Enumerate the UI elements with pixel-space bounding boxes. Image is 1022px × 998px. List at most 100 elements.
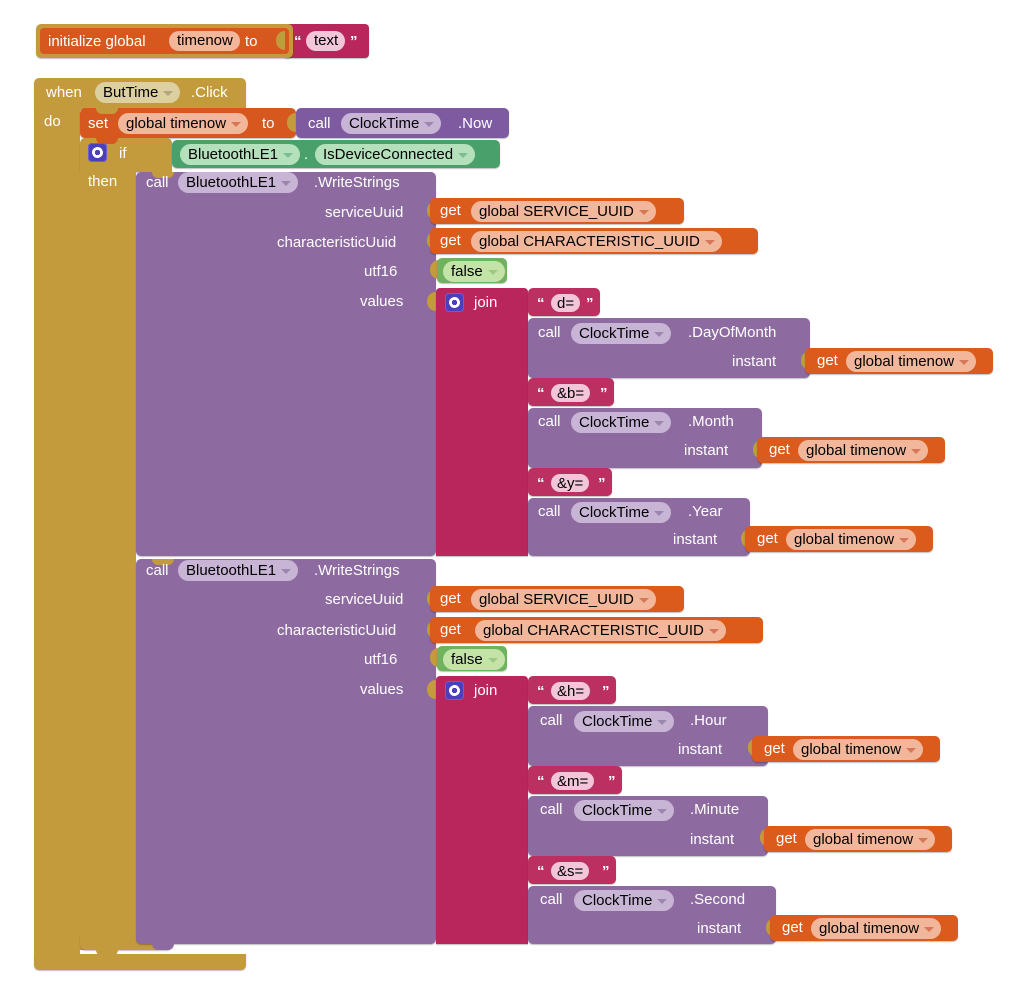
chevron-down-icon[interactable] bbox=[704, 239, 715, 245]
get-label-timenow-1: get bbox=[817, 352, 838, 369]
open-quote-h: “ bbox=[537, 683, 545, 700]
ws2-component-field[interactable]: BluetoothLE1 bbox=[178, 560, 299, 581]
initialize-global-label: initialize global bbox=[48, 33, 146, 50]
condition-component-field[interactable]: BluetoothLE1 bbox=[180, 144, 301, 165]
hour-component-field[interactable]: ClockTime bbox=[574, 711, 675, 732]
condition-property-field[interactable]: IsDeviceConnected bbox=[315, 144, 476, 165]
chevron-down-icon[interactable] bbox=[657, 808, 668, 814]
event-component-field[interactable]: ButTime bbox=[95, 82, 181, 103]
open-quote-s: “ bbox=[537, 863, 545, 880]
chevron-down-icon[interactable] bbox=[899, 537, 910, 543]
hour-call-label: call bbox=[540, 712, 563, 729]
chevron-down-icon[interactable] bbox=[638, 597, 649, 603]
month-method-label: .Month bbox=[688, 413, 734, 430]
chevron-down-icon[interactable] bbox=[424, 121, 435, 127]
get-timenow-field-4[interactable]: global timenow bbox=[793, 739, 924, 760]
minute-component-field[interactable]: ClockTime bbox=[574, 800, 675, 821]
ws1-characteristic-uuid-field[interactable]: global CHARACTERISTIC_UUID bbox=[471, 231, 722, 252]
if-bottom-nub bbox=[96, 950, 118, 956]
chevron-down-icon[interactable] bbox=[487, 657, 498, 663]
text-value-d[interactable]: d= bbox=[551, 294, 581, 312]
year-method-label: .Year bbox=[688, 503, 723, 520]
chevron-down-icon[interactable] bbox=[654, 510, 665, 516]
ws2-characteristic-uuid-field[interactable]: global CHARACTERISTIC_UUID bbox=[475, 620, 726, 641]
ws1-arg-values-label: values bbox=[360, 293, 404, 310]
dayofmonth-method-label: .DayOfMonth bbox=[688, 324, 777, 341]
chevron-down-icon[interactable] bbox=[283, 152, 294, 158]
get-label-timenow-2: get bbox=[769, 441, 790, 458]
year-component-field[interactable]: ClockTime bbox=[571, 502, 672, 523]
chevron-down-icon[interactable] bbox=[281, 180, 292, 186]
blocks-canvas[interactable]: “ text ” initialize global timenow to wh… bbox=[0, 0, 1022, 998]
month-instant-label: instant bbox=[684, 442, 729, 459]
chevron-down-icon[interactable] bbox=[657, 719, 668, 725]
year-call-label: call bbox=[538, 503, 561, 520]
chevron-down-icon[interactable] bbox=[959, 359, 970, 365]
chevron-down-icon[interactable] bbox=[657, 898, 668, 904]
text-value-y[interactable]: &y= bbox=[551, 474, 590, 492]
write-strings-block-1[interactable] bbox=[136, 172, 436, 556]
gear-icon[interactable] bbox=[88, 143, 107, 162]
chevron-down-icon[interactable] bbox=[654, 331, 665, 337]
text-value-s[interactable]: &s= bbox=[551, 862, 590, 880]
gear-icon[interactable] bbox=[445, 293, 464, 312]
ws1-service-uuid-field[interactable]: global SERVICE_UUID bbox=[471, 201, 656, 222]
chevron-down-icon[interactable] bbox=[918, 837, 929, 843]
call-now-component-field[interactable]: ClockTime bbox=[341, 113, 442, 134]
ws2-call-label: call bbox=[146, 562, 169, 579]
chevron-down-icon[interactable] bbox=[708, 628, 719, 634]
get-label-timenow-6: get bbox=[782, 919, 803, 936]
ws2-false-field[interactable]: false bbox=[443, 649, 505, 670]
write-strings-block-2[interactable] bbox=[136, 559, 436, 944]
init-text-value[interactable]: text bbox=[306, 31, 346, 51]
open-quote-m: “ bbox=[537, 773, 545, 790]
chevron-down-icon[interactable] bbox=[458, 152, 469, 158]
close-quote-init: ” bbox=[350, 33, 358, 50]
gear-icon[interactable] bbox=[445, 681, 464, 700]
chevron-down-icon[interactable] bbox=[654, 420, 665, 426]
close-quote-y: ” bbox=[598, 475, 606, 492]
join-block-1[interactable] bbox=[436, 288, 528, 556]
chevron-down-icon[interactable] bbox=[163, 90, 174, 96]
close-quote-b: ” bbox=[600, 385, 608, 402]
condition-dot-label: . bbox=[304, 146, 309, 163]
init-var-name-field[interactable]: timenow bbox=[169, 31, 240, 51]
get-timenow-field-2[interactable]: global timenow bbox=[798, 440, 929, 461]
text-value-m[interactable]: &m= bbox=[551, 772, 595, 790]
close-quote-s: ” bbox=[602, 863, 610, 880]
close-quote-m: ” bbox=[608, 773, 616, 790]
event-do-area bbox=[34, 104, 80, 962]
get-timenow-field-6[interactable]: global timenow bbox=[811, 918, 942, 939]
minute-instant-label: instant bbox=[690, 831, 735, 848]
chevron-down-icon[interactable] bbox=[906, 747, 917, 753]
join-block-2[interactable] bbox=[436, 676, 528, 944]
set-variable-field[interactable]: global timenow bbox=[118, 113, 249, 134]
chevron-down-icon[interactable] bbox=[281, 568, 292, 574]
chevron-down-icon[interactable] bbox=[638, 209, 649, 215]
text-value-h[interactable]: &h= bbox=[551, 682, 591, 700]
dayofmonth-call-label: call bbox=[538, 324, 561, 341]
ws2-service-uuid-field[interactable]: global SERVICE_UUID bbox=[471, 589, 656, 610]
get-timenow-field-1[interactable]: global timenow bbox=[846, 351, 977, 372]
hour-method-label: .Hour bbox=[690, 712, 727, 729]
month-component-field[interactable]: ClockTime bbox=[571, 412, 672, 433]
event-when-label: when bbox=[46, 84, 82, 101]
close-quote-h: ” bbox=[602, 683, 610, 700]
get-timenow-field-3[interactable]: global timenow bbox=[786, 529, 917, 550]
second-component-field[interactable]: ClockTime bbox=[574, 890, 675, 911]
ws2-arg-utf16-label: utf16 bbox=[364, 651, 398, 668]
open-quote-d: “ bbox=[537, 295, 545, 312]
ws1-call-label: call bbox=[146, 174, 169, 191]
second-instant-label: instant bbox=[697, 920, 742, 937]
chevron-down-icon[interactable] bbox=[911, 448, 922, 454]
ws1-component-field[interactable]: BluetoothLE1 bbox=[178, 172, 299, 193]
call-now-call-label: call bbox=[308, 115, 331, 132]
dayofmonth-component-field[interactable]: ClockTime bbox=[571, 323, 672, 344]
chevron-down-icon[interactable] bbox=[487, 269, 498, 275]
get-timenow-field-5[interactable]: global timenow bbox=[805, 829, 936, 850]
ws1-false-field[interactable]: false bbox=[443, 261, 505, 282]
chevron-down-icon[interactable] bbox=[231, 121, 242, 127]
set-block-top-notch bbox=[96, 108, 118, 114]
chevron-down-icon[interactable] bbox=[924, 926, 935, 932]
text-value-b[interactable]: &b= bbox=[551, 384, 591, 402]
